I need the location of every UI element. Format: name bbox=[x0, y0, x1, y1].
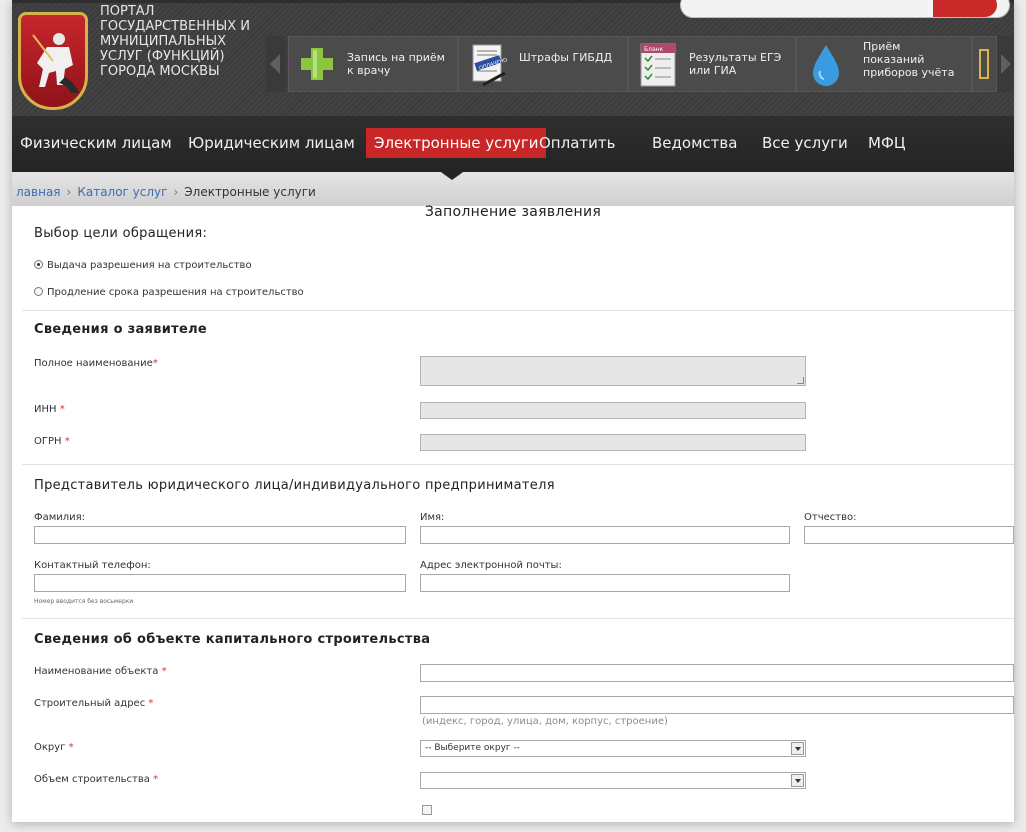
district-label: Округ * bbox=[34, 742, 74, 753]
construction-address-field[interactable] bbox=[420, 696, 1014, 714]
exam-form-icon: Бланк bbox=[640, 43, 676, 87]
partial-icon bbox=[979, 49, 989, 79]
full-name-field[interactable] bbox=[420, 356, 806, 386]
site-header: Портал государственных и муниципальных у… bbox=[12, 0, 1014, 116]
construction-volume-label: Объем строительства * bbox=[34, 774, 158, 785]
form-badge-text: Бланк bbox=[644, 46, 664, 53]
construction-address-label-text: Строительный адрес bbox=[34, 698, 146, 709]
email-label: Адрес электронной почты: bbox=[420, 560, 562, 571]
breadcrumb: лавная › Каталог услуг › Электронные услуги bbox=[12, 172, 1014, 206]
required-marker: * bbox=[68, 742, 74, 753]
required-marker: * bbox=[152, 358, 158, 369]
first-name-field[interactable] bbox=[420, 526, 790, 544]
water-drop-icon bbox=[813, 45, 839, 86]
construction-volume-label-text: Объем строительства bbox=[34, 774, 150, 785]
breadcrumb-separator: › bbox=[66, 185, 72, 199]
chevron-down-icon[interactable] bbox=[791, 774, 804, 787]
quick-link-meters-label: Приём показаний приборов учёта bbox=[863, 40, 955, 79]
portal-name[interactable]: Портал государственных и муниципальных у… bbox=[100, 4, 250, 79]
full-name-label-text: Полное наименование bbox=[34, 358, 153, 369]
quick-link-meters[interactable]: Приём показаний приборов учёта bbox=[796, 36, 972, 92]
nav-legal-entities[interactable]: Юридическим лицам bbox=[180, 128, 363, 158]
required-marker: * bbox=[161, 666, 167, 677]
patronymic-field[interactable] bbox=[804, 526, 1014, 544]
quick-link-doctor-label: Запись на приём к врачу bbox=[347, 51, 445, 77]
medical-cross-icon bbox=[301, 48, 333, 80]
checkbox-partial[interactable] bbox=[422, 805, 432, 815]
quick-link-partial[interactable] bbox=[972, 36, 997, 92]
inn-field[interactable] bbox=[420, 402, 806, 419]
district-select[interactable]: -- Выберите округ -- bbox=[420, 740, 806, 757]
nav-departments[interactable]: Ведомства bbox=[644, 128, 745, 158]
representative-heading: Представитель юридического лица/индивиду… bbox=[34, 478, 555, 493]
browser-frame: Портал государственных и муниципальных у… bbox=[12, 0, 1014, 822]
district-label-text: Округ bbox=[34, 742, 66, 753]
section-divider bbox=[22, 464, 1014, 465]
required-marker: * bbox=[148, 698, 154, 709]
fine-document-icon: ОПЛАЧЕНО bbox=[472, 44, 508, 87]
quick-link-fines-label: Штрафы ГИБДД bbox=[519, 51, 613, 64]
phone-hint: Номер вводится без восьмерки bbox=[34, 598, 134, 605]
quick-link-fines[interactable]: ОПЛАЧЕНО Штрафы ГИБДД bbox=[458, 36, 628, 92]
nav-individuals[interactable]: Физическим лицам bbox=[12, 128, 180, 158]
inn-label: ИНН * bbox=[34, 404, 65, 415]
st-george-icon bbox=[32, 33, 79, 93]
phone-field[interactable] bbox=[34, 574, 406, 592]
breadcrumb-home-link[interactable]: лавная bbox=[16, 185, 61, 199]
object-name-label: Наименование объекта * bbox=[34, 666, 167, 677]
nav-all-services[interactable]: Все услуги bbox=[754, 128, 856, 158]
nav-active-pointer bbox=[438, 170, 466, 180]
phone-label: Контактный телефон: bbox=[34, 560, 151, 571]
quick-link-exams-label: Результаты ЕГЭ или ГИА bbox=[689, 51, 782, 77]
radio-issue-permit-label: Выдача разрешения на строительство bbox=[47, 260, 252, 271]
radio-issue-permit[interactable]: Выдача разрешения на строительство bbox=[34, 260, 252, 271]
quick-link-doctor[interactable]: Запись на приём к врачу bbox=[288, 36, 458, 92]
form-title: Заполнение заявления bbox=[424, 204, 602, 220]
radio-extend-permit-label: Продление срока разрешения на строительс… bbox=[47, 287, 304, 298]
applicant-heading: Сведения о заявителе bbox=[34, 322, 208, 337]
search-bar-partial[interactable] bbox=[680, 0, 1010, 18]
ogrn-label: ОГРН * bbox=[34, 436, 70, 447]
surname-label: Фамилия: bbox=[34, 512, 86, 523]
carousel-next-button[interactable] bbox=[997, 36, 1014, 92]
radio-checked-icon[interactable] bbox=[34, 260, 43, 269]
object-name-field[interactable] bbox=[420, 664, 1014, 682]
carousel-prev-button[interactable] bbox=[266, 36, 286, 92]
quick-link-exams[interactable]: Бланк Результаты ЕГЭ или ГИА bbox=[628, 36, 796, 92]
district-select-value: -- Выберите округ -- bbox=[425, 743, 520, 753]
address-format-hint: (индекс, город, улица, дом, корпус, стро… bbox=[422, 716, 668, 727]
section-divider bbox=[22, 310, 1014, 311]
radio-unchecked-icon[interactable] bbox=[34, 287, 43, 296]
required-marker: * bbox=[59, 404, 65, 415]
patronymic-label: Отчество: bbox=[804, 512, 857, 523]
object-heading: Сведения об объекте капитального строите… bbox=[34, 632, 431, 647]
breadcrumb-catalog-link[interactable]: Каталог услуг bbox=[77, 185, 167, 199]
ogrn-label-text: ОГРН bbox=[34, 436, 62, 447]
breadcrumb-separator: › bbox=[173, 185, 179, 199]
ogrn-field[interactable] bbox=[420, 434, 806, 451]
construction-volume-select[interactable] bbox=[420, 772, 806, 789]
nav-pay[interactable]: Оплатить bbox=[531, 128, 623, 158]
chevron-down-icon[interactable] bbox=[791, 742, 804, 755]
email-field[interactable] bbox=[420, 574, 790, 592]
nav-electronic-services[interactable]: Электронные услуги bbox=[366, 128, 547, 158]
inn-label-text: ИНН bbox=[34, 404, 57, 415]
main-navigation: Физическим лицам Юридическим лицам Элект… bbox=[12, 116, 1014, 172]
surname-field[interactable] bbox=[34, 526, 406, 544]
full-name-label: Полное наименование* bbox=[34, 358, 158, 369]
required-marker: * bbox=[153, 774, 159, 785]
construction-address-label: Строительный адрес * bbox=[34, 698, 153, 709]
breadcrumb-current: Электронные услуги bbox=[184, 185, 316, 199]
first-name-label: Имя: bbox=[420, 512, 445, 523]
object-name-label-text: Наименование объекта bbox=[34, 666, 159, 677]
purpose-heading: Выбор цели обращения: bbox=[34, 226, 208, 241]
radio-extend-permit[interactable]: Продление срока разрешения на строительс… bbox=[34, 287, 304, 298]
section-divider bbox=[22, 618, 1014, 619]
moscow-coat-of-arms-logo[interactable] bbox=[18, 12, 88, 110]
nav-mfc[interactable]: МФЦ bbox=[860, 128, 914, 158]
required-marker: * bbox=[64, 436, 70, 447]
